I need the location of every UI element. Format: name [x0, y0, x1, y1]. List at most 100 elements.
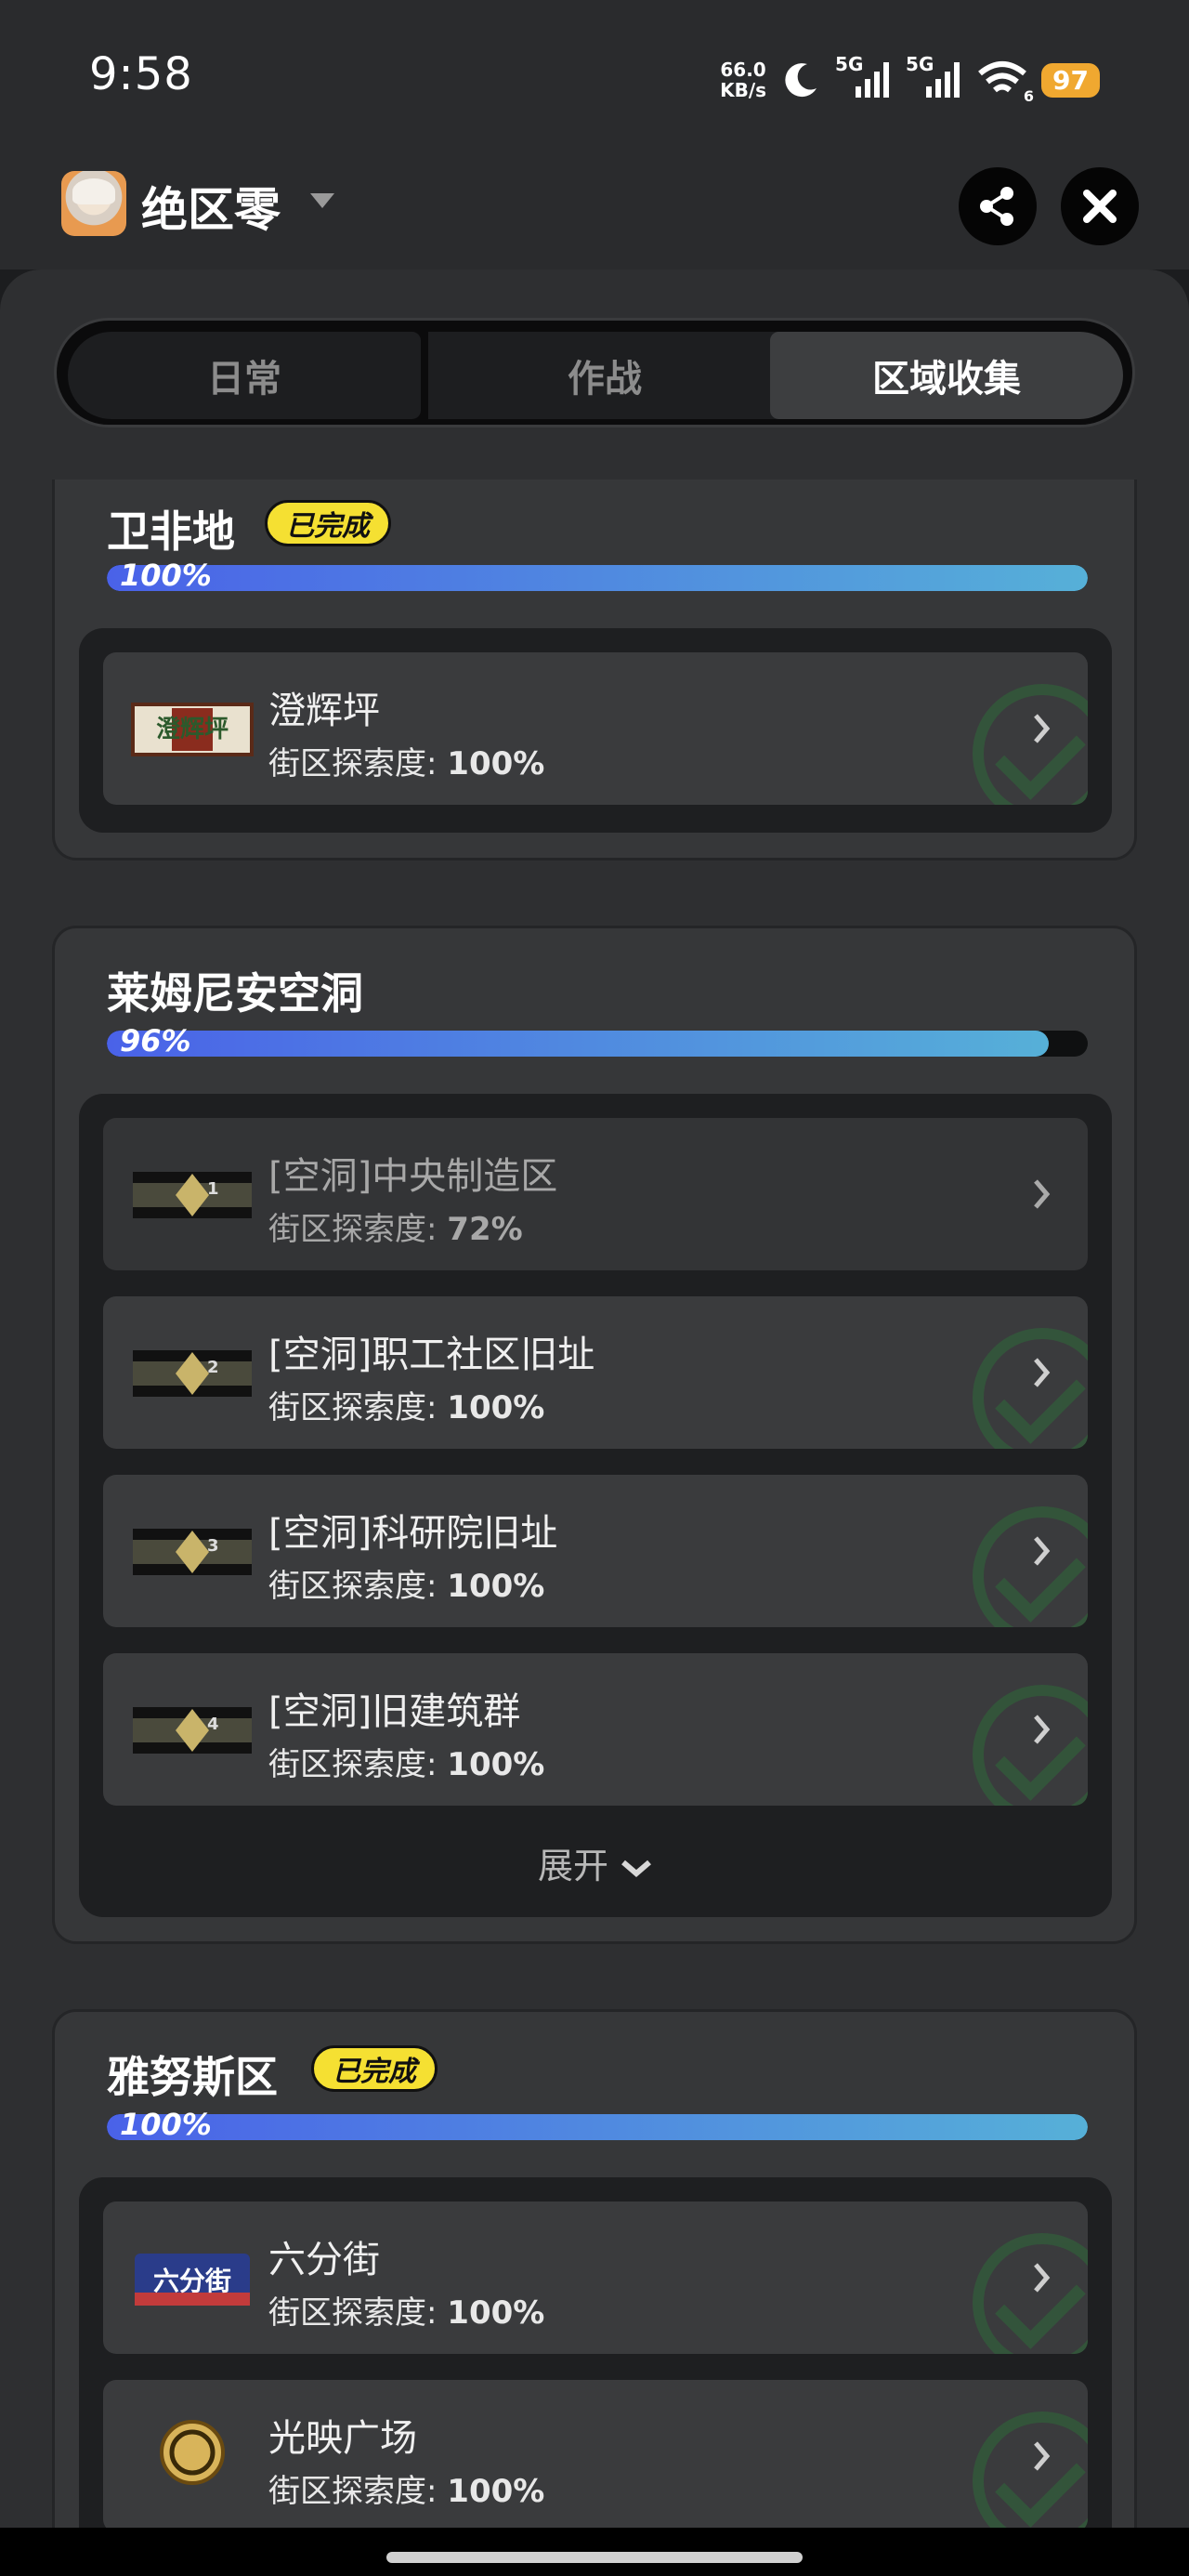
- subarea-item[interactable]: 3 [空洞]科研院旧址 街区探索度: 100%: [103, 1475, 1088, 1627]
- subarea-name: [空洞]职工社区旧址: [268, 1334, 595, 1376]
- net-speed-value: 66.0: [720, 59, 766, 81]
- region-progress-fill: [107, 565, 1088, 591]
- region-title: 莱姆尼安空洞: [107, 968, 363, 1019]
- exploration-label: 街区探索度:: [268, 1211, 438, 1248]
- chevron-right-icon: [1034, 1358, 1051, 1387]
- exploration-value: 100%: [447, 1568, 545, 1605]
- wifi-badge: 6: [1023, 87, 1035, 105]
- subarea-item[interactable]: 1 [空洞]中央制造区 街区探索度: 72%: [103, 1118, 1088, 1270]
- subarea-thumb-text: 六分街: [152, 2266, 231, 2296]
- game-title[interactable]: 绝区零: [141, 173, 281, 240]
- subarea-thumb: [160, 2420, 225, 2485]
- region-card: 卫非地 已完成 100% 澄辉坪 澄辉坪 街区探索度: 100%: [52, 480, 1137, 861]
- battery-indicator: 97: [1041, 62, 1100, 98]
- net-speed-unit: KB/s: [720, 79, 767, 101]
- region-title: 雅努斯区: [107, 2052, 278, 2102]
- wifi-icon: 6: [976, 59, 1034, 105]
- region-progress-fill: [107, 2114, 1088, 2140]
- home-indicator[interactable]: [386, 2552, 803, 2563]
- subarea-thumb: [133, 1172, 252, 1218]
- region-progress-fill: [107, 1031, 1049, 1057]
- region-progress-bar: [107, 1031, 1088, 1057]
- signal-1-icon: 5G: [835, 53, 893, 101]
- subarea-exploration: 街区探索度: 100%: [268, 2287, 544, 2333]
- tab-bar: 日常 作战 区域收集: [54, 318, 1135, 427]
- chevron-right-icon: [1034, 714, 1051, 743]
- region-progress-label: 96%: [120, 1023, 191, 1058]
- subarea-thumb: [133, 1350, 252, 1397]
- subarea-exploration: 街区探索度: 100%: [268, 1382, 544, 1427]
- exploration-label: 街区探索度:: [268, 1746, 438, 1783]
- exploration-value: 100%: [447, 745, 545, 782]
- chevron-down-icon: [621, 1860, 651, 1877]
- completed-check-icon: [973, 2412, 1088, 2532]
- exploration-value: 100%: [447, 1746, 545, 1783]
- subarea-item[interactable]: 光映广场 街区探索度: 100%: [103, 2380, 1088, 2532]
- subarea-thumb-text: 2: [207, 1358, 219, 1377]
- subarea-name: [空洞]旧建筑群: [268, 1690, 521, 1733]
- chevron-right-icon: [1034, 1536, 1051, 1566]
- subarea-exploration: 街区探索度: 100%: [268, 1560, 544, 1606]
- tab-area-collection[interactable]: 区域收集: [770, 332, 1123, 419]
- subarea-item[interactable]: 2 [空洞]职工社区旧址 街区探索度: 100%: [103, 1296, 1088, 1449]
- region-progress-label: 100%: [120, 2107, 212, 2142]
- status-time: 9:58: [89, 48, 193, 100]
- completed-check-icon: [973, 684, 1088, 805]
- home-indicator-bar: [0, 2528, 1189, 2576]
- status-icons: 66.0 KB/s 5G 5G 6 97: [720, 52, 1100, 108]
- completed-check-icon: [973, 2233, 1088, 2354]
- exploration-value: 100%: [447, 2473, 545, 2510]
- subarea-item[interactable]: 六分街 六分街 街区探索度: 100%: [103, 2201, 1088, 2354]
- completed-check-icon: [973, 1506, 1088, 1627]
- subarea-exploration: 街区探索度: 100%: [268, 1739, 544, 1784]
- subarea-exploration: 街区探索度: 100%: [268, 738, 544, 783]
- exploration-label: 街区探索度:: [268, 2294, 438, 2332]
- subarea-exploration: 街区探索度: 100%: [268, 2465, 544, 2511]
- subarea-name: [空洞]科研院旧址: [268, 1512, 558, 1555]
- close-icon: [1083, 190, 1117, 223]
- subarea-thumb: [133, 1529, 252, 1575]
- region-card: 莱姆尼安空洞 96% 1 [空洞]中央制造区 街区探索度: 72% 2 [空洞]…: [52, 926, 1137, 1944]
- share-button[interactable]: [959, 167, 1037, 245]
- subarea-item[interactable]: 澄辉坪 澄辉坪 街区探索度: 100%: [103, 652, 1088, 805]
- region-progress-bar: [107, 2114, 1088, 2140]
- chevron-down-icon[interactable]: [310, 193, 334, 208]
- region-progress-label: 100%: [120, 558, 212, 593]
- net-speed: 66.0 KB/s: [720, 59, 766, 100]
- completed-check-icon: [973, 1685, 1088, 1806]
- expand-button[interactable]: 展开: [79, 1837, 1112, 1888]
- chevron-right-icon: [1034, 1179, 1051, 1209]
- completed-badge: 已完成: [311, 2045, 438, 2092]
- expand-label: 展开: [537, 1846, 608, 1886]
- share-icon: [980, 187, 1013, 226]
- moon-icon: [785, 63, 817, 98]
- close-button[interactable]: [1061, 167, 1139, 245]
- game-avatar[interactable]: [61, 171, 126, 236]
- status-bar: 9:58 66.0 KB/s 5G 5G 6 97: [0, 0, 1189, 149]
- completed-check-icon: [973, 1328, 1088, 1449]
- chevron-right-icon: [1034, 2263, 1051, 2293]
- subarea-list: 1 [空洞]中央制造区 街区探索度: 72% 2 [空洞]职工社区旧址 街区探索…: [79, 1094, 1112, 1917]
- subarea-item[interactable]: 4 [空洞]旧建筑群 街区探索度: 100%: [103, 1653, 1088, 1806]
- app-header: 绝区零: [0, 149, 1189, 269]
- exploration-value: 100%: [447, 2294, 545, 2332]
- exploration-value: 100%: [447, 1389, 545, 1426]
- chevron-right-icon: [1034, 1715, 1051, 1744]
- exploration-label: 街区探索度:: [268, 2473, 438, 2510]
- subarea-list: 六分街 六分街 街区探索度: 100% 光映广场 街区探索度: 100%: [79, 2177, 1112, 2576]
- subarea-thumb-text: 澄辉坪: [155, 716, 229, 743]
- tab-daily[interactable]: 日常: [68, 332, 421, 419]
- subarea-exploration: 街区探索度: 72%: [268, 1203, 523, 1249]
- region-title: 卫非地: [107, 506, 235, 557]
- signal-2-icon: 5G: [906, 53, 963, 101]
- tab-combat[interactable]: 作战: [428, 332, 781, 419]
- subarea-name: 澄辉坪: [268, 690, 380, 732]
- subarea-list: 澄辉坪 澄辉坪 街区探索度: 100%: [79, 628, 1112, 833]
- subarea-name: 光映广场: [268, 2417, 417, 2460]
- subarea-thumb-text: 3: [207, 1536, 219, 1556]
- subarea-thumb-text: 4: [207, 1715, 219, 1734]
- subarea-thumb-text: 1: [207, 1179, 219, 1199]
- exploration-label: 街区探索度:: [268, 1389, 438, 1426]
- region-card: 雅努斯区 已完成 100% 六分街 六分街 街区探索度: 100% 光映广场 街…: [52, 2009, 1137, 2576]
- subarea-name: [空洞]中央制造区: [268, 1155, 558, 1198]
